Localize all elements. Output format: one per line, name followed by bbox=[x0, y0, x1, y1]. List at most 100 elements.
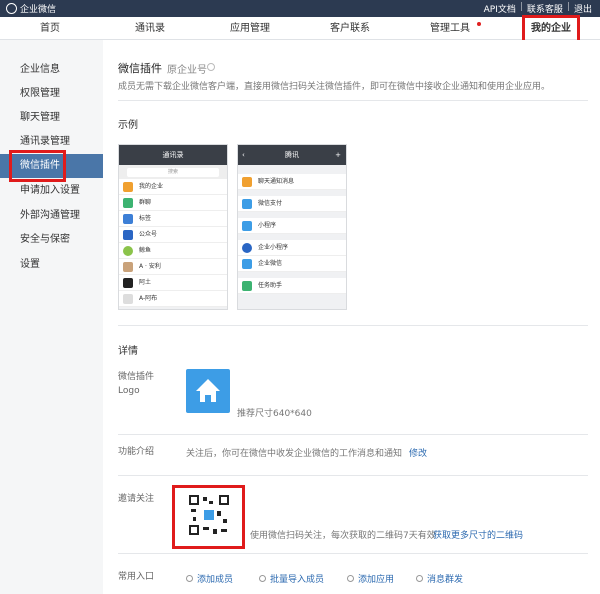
nav-app-management[interactable]: 应用管理 bbox=[225, 17, 275, 40]
brand-name: 企业微信 bbox=[20, 5, 57, 15]
info-icon[interactable] bbox=[207, 63, 215, 71]
nav-customer-contact[interactable]: 客户联系 bbox=[325, 17, 375, 40]
entry-label-text: 添加成员 bbox=[197, 575, 234, 585]
api-docs-link[interactable]: API文档 bbox=[480, 2, 520, 15]
phone-row-label: 任务助手 bbox=[258, 282, 283, 289]
get-more-qr-link[interactable]: 获取更多尺寸的二维码 bbox=[433, 528, 523, 541]
nav-contacts[interactable]: 通讯录 bbox=[125, 17, 175, 40]
phone-title: 通讯录 bbox=[162, 151, 184, 159]
phone-row: 企业微信 bbox=[238, 256, 346, 272]
sidebar-item-company-info[interactable]: 企业信息 bbox=[0, 58, 103, 82]
highlight-box-wechat-plugin bbox=[9, 150, 66, 182]
official-account-icon bbox=[123, 230, 133, 240]
tag-icon bbox=[123, 214, 133, 224]
entry-label-text: 添加应用 bbox=[358, 575, 395, 585]
logo-size-hint: 推荐尺寸640*640 bbox=[237, 409, 312, 419]
invite-label: 邀请关注 bbox=[118, 494, 155, 504]
details-heading: 详情 bbox=[118, 346, 138, 357]
invite-text: 使用微信扫码关注，每次获取的二维码7天有效 bbox=[250, 531, 436, 541]
phone-header: ‹ 腾讯 + bbox=[238, 145, 346, 165]
phone-row: 聊天通知消息 bbox=[238, 174, 346, 190]
phone-row: 小程序 bbox=[238, 218, 346, 234]
example-screenshot-company: ‹ 腾讯 + 聊天通知消息 微信支付 小程序 企业小程序 企业微信 任务助手 bbox=[237, 144, 347, 310]
divider: | bbox=[566, 2, 570, 12]
sidebar-item-join-settings[interactable]: 申请加入设置 bbox=[0, 179, 103, 203]
message-icon bbox=[416, 575, 423, 582]
back-arrow-icon: ‹ bbox=[242, 151, 245, 159]
phone-row: 我的企业 bbox=[119, 179, 227, 195]
phone-row: 任务助手 bbox=[238, 278, 346, 294]
nav-admin-tools[interactable]: 管理工具 bbox=[425, 17, 481, 40]
phone-row: A · 安利 bbox=[119, 259, 227, 275]
logout-link[interactable]: 退出 bbox=[570, 2, 596, 15]
phone-search-box: 搜索 bbox=[127, 168, 219, 177]
main-panel: 微信插件 原企业号 成员无需下载企业微信客户端，直接用微信扫码关注微信插件，即可… bbox=[103, 40, 600, 594]
divider bbox=[118, 325, 588, 326]
avatar bbox=[123, 294, 133, 304]
divider bbox=[118, 100, 588, 101]
mini-program-icon bbox=[242, 221, 252, 231]
page-description: 成员无需下载企业微信客户端，直接用微信扫码关注微信插件，即可在微信中接收企业通知… bbox=[118, 82, 551, 92]
intro-text: 关注后，你可在微信中收发企业微信的工作消息和通知 bbox=[186, 449, 403, 459]
avatar bbox=[123, 278, 133, 288]
home-icon bbox=[196, 379, 220, 402]
page-subtitle: 原企业号 bbox=[167, 65, 207, 76]
phone-row: 标签 bbox=[119, 211, 227, 227]
phone-search-row: 搜索 bbox=[119, 165, 227, 179]
phone-row-label: 公众号 bbox=[139, 231, 158, 238]
phone-row: 微信支付 bbox=[238, 196, 346, 212]
add-app-icon bbox=[347, 575, 354, 582]
plus-icon: + bbox=[335, 151, 341, 159]
home-icon bbox=[242, 259, 252, 269]
brand-logo[interactable]: 企业微信 bbox=[6, 2, 56, 15]
wecom-logo-icon bbox=[6, 3, 17, 14]
divider bbox=[118, 434, 588, 435]
divider bbox=[118, 475, 588, 476]
phone-row-label: 标签 bbox=[139, 215, 152, 222]
example-heading: 示例 bbox=[118, 120, 138, 131]
phone-row-label: 阿土 bbox=[139, 279, 152, 286]
nav-admin-tools-label: 管理工具 bbox=[430, 23, 470, 34]
avatar bbox=[123, 246, 133, 256]
phone-row-label: A-阿布 bbox=[139, 295, 158, 302]
intro-label: 功能介绍 bbox=[118, 447, 155, 457]
phone-row: 鲸鱼 bbox=[119, 243, 227, 259]
phone-title: 腾讯 bbox=[285, 151, 299, 159]
phone-row-label: 鲸鱼 bbox=[139, 247, 152, 254]
logo-label: 微信插件 Logo bbox=[118, 372, 155, 396]
phone-row: 群聊 bbox=[119, 195, 227, 211]
top-bar: 企业微信 API文档 | 联系客服 | 退出 bbox=[0, 0, 600, 17]
phone-row-label: 群聊 bbox=[139, 199, 152, 206]
entry-label: 常用入口 bbox=[118, 572, 155, 582]
phone-row-label: 小程序 bbox=[258, 222, 277, 229]
phone-row: 企业小程序 bbox=[238, 240, 346, 256]
highlight-box-qr bbox=[172, 485, 245, 549]
company-icon bbox=[123, 182, 133, 192]
nav-home[interactable]: 首页 bbox=[25, 17, 75, 40]
broadcast-entry[interactable]: 消息群发 bbox=[416, 572, 463, 585]
phone-row-label: A · 安利 bbox=[139, 263, 161, 270]
highlight-box-my-company bbox=[522, 15, 580, 43]
sidebar: 企业信息 权限管理 聊天管理 通讯录管理 微信插件 申请加入设置 外部沟通管理 … bbox=[0, 40, 103, 594]
phone-row: 公众号 bbox=[119, 227, 227, 243]
sidebar-item-security[interactable]: 安全与保密 bbox=[0, 228, 103, 252]
phone-header: 通讯录 bbox=[119, 145, 227, 165]
group-chat-icon bbox=[123, 198, 133, 208]
sidebar-item-chat-management[interactable]: 聊天管理 bbox=[0, 106, 103, 130]
sidebar-item-permissions[interactable]: 权限管理 bbox=[0, 82, 103, 106]
phone-row-label: 我的企业 bbox=[139, 183, 164, 190]
sidebar-item-settings[interactable]: 设置 bbox=[0, 253, 103, 277]
batch-import-entry[interactable]: 批量导入成员 bbox=[259, 572, 324, 585]
edit-intro-link[interactable]: 修改 bbox=[409, 446, 427, 459]
entry-label-text: 批量导入成员 bbox=[270, 575, 325, 585]
add-app-entry[interactable]: 添加应用 bbox=[347, 572, 394, 585]
contact-support-link[interactable]: 联系客服 bbox=[523, 2, 567, 15]
phone-row-label: 企业小程序 bbox=[258, 244, 289, 251]
import-icon bbox=[259, 575, 266, 582]
sidebar-item-external-communication[interactable]: 外部沟通管理 bbox=[0, 204, 103, 228]
add-member-entry[interactable]: 添加成员 bbox=[186, 572, 233, 585]
plugin-logo[interactable] bbox=[186, 369, 230, 413]
app-icon bbox=[242, 243, 252, 253]
top-links: API文档 | 联系客服 | 退出 bbox=[480, 2, 596, 15]
avatar bbox=[123, 262, 133, 272]
